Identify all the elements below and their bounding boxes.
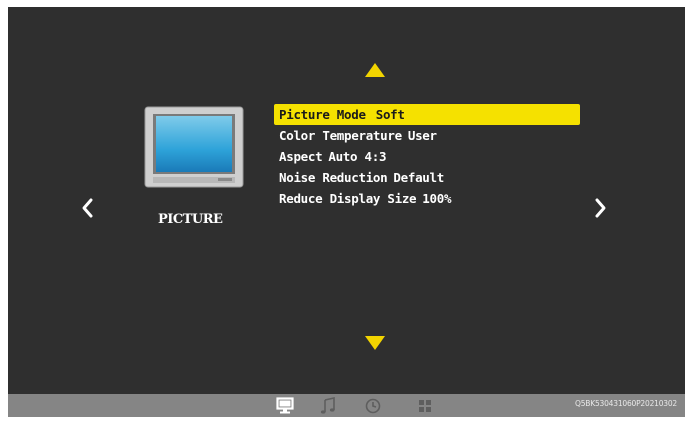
music-icon[interactable] xyxy=(319,397,337,414)
menu-item-color-temperature[interactable]: Color Temperature User xyxy=(274,125,580,146)
menu-item-value: Soft xyxy=(375,107,405,122)
arrow-up-icon[interactable] xyxy=(365,63,385,77)
grid-icon[interactable] xyxy=(416,397,434,414)
chevron-left-icon[interactable] xyxy=(76,193,100,223)
serial-number: Q5BK530431060P20210302 xyxy=(575,399,677,408)
menu-item-aspect[interactable]: Aspect Auto 4:3 xyxy=(274,146,580,167)
menu-item-value: 100% xyxy=(422,191,452,206)
menu-item-label: Picture Mode xyxy=(279,107,366,122)
bottom-bar: Q5BK530431060P20210302 xyxy=(8,394,685,417)
menu-item-label: Color Temperature xyxy=(279,128,402,143)
menu-item-label: Reduce Display Size xyxy=(279,191,417,206)
tv-picture-icon xyxy=(144,106,244,188)
arrow-down-icon[interactable] xyxy=(365,336,385,350)
clock-icon[interactable] xyxy=(364,397,382,414)
menu-item-reduce-display-size[interactable]: Reduce Display Size 100% xyxy=(274,188,580,209)
menu-item-noise-reduction[interactable]: Noise Reduction Default xyxy=(274,167,580,188)
menu-item-value: Auto 4:3 xyxy=(328,149,387,164)
menu-item-picture-mode[interactable]: Picture Mode Soft xyxy=(274,104,580,125)
menu-panel: PICTURE Picture Mode Soft Color Temperatu… xyxy=(8,7,685,394)
menu-item-value: User xyxy=(407,128,437,143)
menu-list: Picture Mode Soft Color Temperature User A… xyxy=(274,104,580,209)
picture-icon[interactable] xyxy=(276,397,294,414)
chevron-right-icon[interactable] xyxy=(588,193,612,223)
category-label: PICTURE xyxy=(158,212,223,227)
menu-item-value: Default xyxy=(393,170,444,185)
menu-item-label: Noise Reduction xyxy=(279,170,388,185)
osd-screen: PICTURE Picture Mode Soft Color Temperatu… xyxy=(8,7,685,417)
menu-item-label: Aspect xyxy=(279,149,323,164)
